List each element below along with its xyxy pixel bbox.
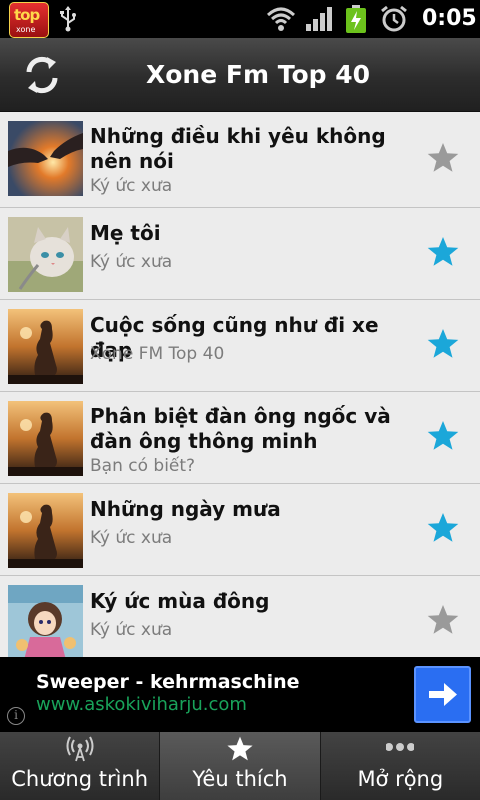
list-item[interactable]: Những ngày mưa Ký ức xưa	[0, 484, 480, 576]
ad-url[interactable]: www.askokiviharju.com	[36, 694, 247, 715]
favorite-star-active-icon[interactable]	[426, 327, 460, 361]
app-notification-icon: top xone	[9, 2, 49, 38]
item-subtitle: Xone FM Top 40	[90, 344, 225, 364]
item-thumbnail	[8, 493, 83, 568]
bottom-tab-bar: Chương trình Yêu thích Mở rộng	[0, 732, 480, 800]
alarm-clock-icon	[381, 5, 407, 32]
item-title: Mẹ tôi	[90, 221, 161, 245]
item-title: Phân biệt đàn ông ngốc và đàn ông thông …	[90, 404, 391, 453]
signal-icon	[306, 7, 332, 31]
wifi-icon	[266, 7, 296, 31]
item-subtitle: Ký ức xưa	[90, 252, 173, 272]
tab-more[interactable]: Mở rộng	[320, 732, 480, 800]
app-icon-subtext: xone	[16, 25, 36, 34]
info-icon[interactable]: i	[7, 707, 25, 725]
favorite-star-icon[interactable]	[426, 603, 460, 637]
tab-label: Mở rộng	[357, 767, 444, 791]
ad-title[interactable]: Sweeper - kehrmaschine	[36, 671, 300, 693]
list-item[interactable]: Cuộc sống cũng như đi xe đạp Xone FM Top …	[0, 300, 480, 392]
battery-charging-icon	[346, 5, 366, 33]
list-item[interactable]: Phân biệt đàn ông ngốc và đàn ông thông …	[0, 392, 480, 484]
tab-programs[interactable]: Chương trình	[0, 732, 161, 800]
list-item[interactable]: Mẹ tôi Ký ức xưa	[0, 208, 480, 300]
item-subtitle: Ký ức xưa	[90, 528, 173, 548]
status-clock: 0:05	[422, 6, 477, 31]
tab-label: Yêu thích	[192, 767, 288, 791]
item-thumbnail	[8, 585, 83, 657]
item-subtitle: Ký ức xưa	[90, 620, 173, 640]
item-thumbnail	[8, 121, 83, 196]
program-list: Những điều khi yêu không nên nói Ký ức xư…	[0, 112, 480, 657]
list-item[interactable]: Ký ức mùa đông Ký ức xưa	[0, 576, 480, 657]
arrow-right-icon	[429, 683, 457, 706]
status-bar: top xone 0:05	[0, 0, 480, 38]
action-bar: Xone Fm Top 40	[0, 38, 480, 112]
item-subtitle: Bạn có biết?	[90, 456, 196, 476]
item-title: Những ngày mưa	[90, 497, 281, 521]
favorite-star-icon[interactable]	[426, 141, 460, 175]
item-title: Ký ức mùa đông	[90, 589, 270, 613]
favorite-star-active-icon[interactable]	[426, 235, 460, 269]
item-thumbnail	[8, 401, 83, 476]
ad-go-button[interactable]	[414, 666, 471, 723]
favorite-star-active-icon[interactable]	[426, 511, 460, 545]
list-item[interactable]: Những điều khi yêu không nên nói Ký ức xư…	[0, 112, 480, 208]
item-subtitle: Ký ức xưa	[90, 176, 173, 196]
item-thumbnail	[8, 309, 83, 384]
tab-label: Chương trình	[11, 767, 149, 791]
page-title: Xone Fm Top 40	[145, 60, 371, 89]
star-icon	[227, 736, 253, 761]
app-icon-text: top	[14, 6, 40, 24]
ad-banner[interactable]: Sweeper - kehrmaschine www.askokiviharju…	[0, 657, 480, 732]
tab-favorites[interactable]: Yêu thích	[160, 732, 321, 800]
usb-icon	[60, 6, 76, 32]
favorite-star-active-icon[interactable]	[426, 419, 460, 453]
more-dots-icon	[386, 743, 415, 751]
item-thumbnail	[8, 217, 83, 292]
broadcast-icon	[66, 736, 94, 762]
item-title: Những điều khi yêu không nên nói	[90, 124, 386, 173]
